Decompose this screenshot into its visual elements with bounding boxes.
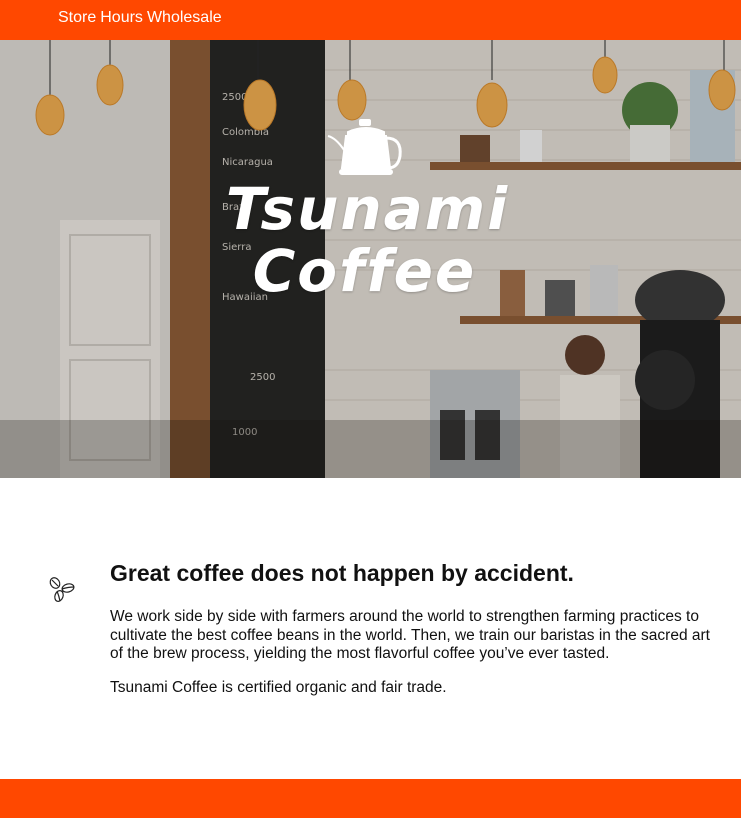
coffee-beans-icon — [49, 577, 75, 602]
nav-link-wholesale[interactable]: Wholesale — [147, 9, 222, 27]
nav-link-hours[interactable]: Hours — [100, 9, 143, 27]
brand-logo: Tsunami Coffee — [0, 40, 741, 478]
certification-paragraph: Tsunami Coffee is certified organic and … — [110, 679, 447, 696]
intro-paragraph: We work side by side with farmers around… — [110, 608, 710, 662]
brand-name-line1: Tsunami — [225, 175, 510, 243]
nav-link-store[interactable]: Store — [58, 9, 96, 27]
hero-banner: 25000 Colombia Nicaragua Brazil Sierra H… — [0, 40, 741, 478]
footer-bar — [0, 779, 741, 818]
brand-name-line2: Coffee — [252, 237, 477, 305]
intro-section: Great coffee does not happen by accident… — [0, 478, 741, 779]
intro-headline: Great coffee does not happen by accident… — [110, 560, 574, 586]
top-nav-bar: Store Hours Wholesale — [0, 0, 741, 40]
main-nav: Store Hours Wholesale — [58, 9, 222, 27]
kettle-icon — [327, 119, 402, 175]
